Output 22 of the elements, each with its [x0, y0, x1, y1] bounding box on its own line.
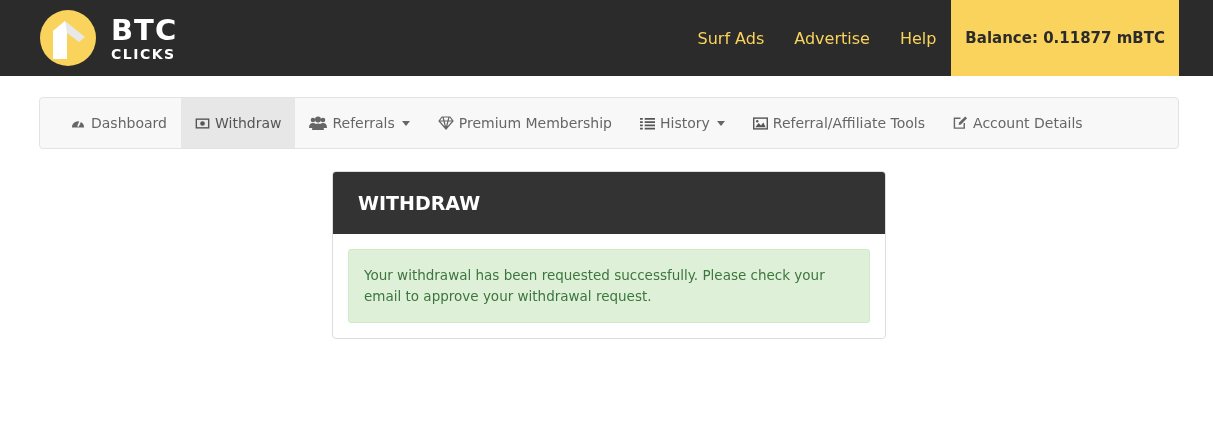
logo-text: BTC — [111, 15, 178, 45]
menu-tab[interactable]: History — [626, 98, 739, 148]
menu-tab[interactable]: Account Details — [939, 98, 1097, 148]
balance-button[interactable]: Balance: 0.11877 mBTC — [951, 0, 1179, 76]
panel-title: WITHDRAW — [358, 192, 481, 214]
banknote-icon — [194, 117, 210, 129]
logo-subtext: CLICKS — [111, 46, 177, 61]
menu-tab[interactable]: Dashboard — [56, 98, 181, 148]
top-nav-link[interactable]: Help — [884, 0, 952, 76]
success-alert: Your withdrawal has been requested successfully. Please check your email to approve your withdrawal request. — [348, 249, 870, 323]
diamond-icon — [437, 116, 454, 130]
menu-tab[interactable]: Referral/Affiliate Tools — [738, 98, 940, 148]
logo-icon — [39, 9, 97, 67]
image-icon — [752, 116, 768, 130]
list-icon — [640, 116, 655, 130]
menu-tab[interactable]: Premium Membership — [423, 98, 626, 148]
menu-tab[interactable]: Referrals — [295, 98, 424, 148]
users-icon — [309, 116, 328, 130]
top-nav-link[interactable]: Advertise — [779, 0, 885, 76]
top-nav-link[interactable]: Surf Ads — [682, 0, 780, 76]
edit-icon — [953, 116, 969, 130]
menu-tab[interactable]: Withdraw — [180, 98, 296, 148]
